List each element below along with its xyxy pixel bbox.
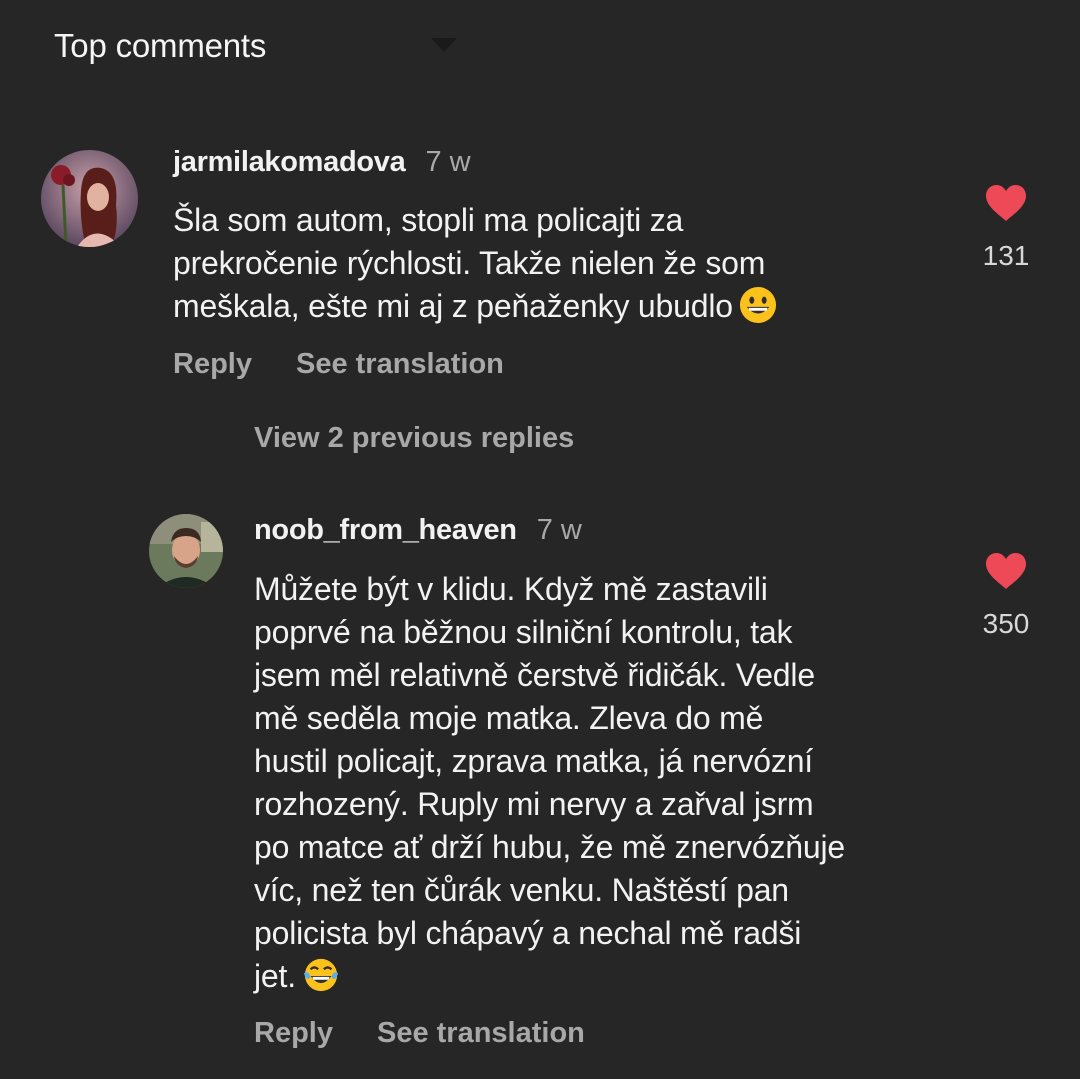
comment-line: jsem měl relativně čerstvě řidičák. Vedl…: [254, 657, 815, 693]
comment-line-text: meškala, ešte mi aj z peňaženky ubudlo: [173, 288, 733, 324]
like-button[interactable]: 131: [976, 184, 1036, 272]
comment-text: Šla som autom, stopli ma policajti za pr…: [173, 199, 777, 328]
avatar[interactable]: [41, 150, 138, 247]
comment-line: poprvé na běžnou silniční kontrolu, tak: [254, 614, 793, 650]
heart-icon: [986, 185, 1026, 221]
see-translation-button[interactable]: See translation: [296, 348, 504, 381]
comment-actions: Reply See translation: [173, 348, 504, 381]
comment-line: po matce ať drží hubu, že mě znervózňuje: [254, 829, 845, 865]
reply-button[interactable]: Reply: [173, 348, 252, 381]
comment-line: meškala, ešte mi aj z peňaženky ubudlo: [173, 285, 777, 328]
username[interactable]: noob_from_heaven: [254, 514, 517, 547]
comment-line-text: jet.: [254, 958, 296, 994]
tears-of-joy-emoji: [303, 958, 338, 992]
like-count: 350: [982, 608, 1030, 639]
avatar[interactable]: [149, 514, 223, 588]
comment-line: hustil policajt, zprava matka, já nervóz…: [254, 743, 813, 779]
comment-line: policista byl chápavý a nechal mě radši: [254, 915, 802, 951]
comment-line: Šla som autom, stopli ma policajti za: [173, 202, 684, 238]
timestamp: 7 w: [425, 146, 471, 178]
heart-icon: [986, 553, 1026, 589]
sort-label: Top comments: [54, 27, 267, 64]
comment-line: víc, než ten čůrák venku. Naštěstí pan: [254, 872, 789, 908]
see-translation-button[interactable]: See translation: [377, 1017, 585, 1050]
sort-dropdown[interactable]: Top comments: [54, 24, 266, 68]
comment-line: prekročenie rýchlosti. Takže nielen že s…: [173, 245, 766, 281]
comment-header: noob_from_heaven 7 w: [254, 514, 582, 547]
like-count: 131: [982, 240, 1030, 271]
comment-text: Můžete být v klidu. Když mě zastavili po…: [254, 568, 845, 998]
user-avatar-icon: [41, 150, 138, 247]
comment-actions: Reply See translation: [254, 1017, 585, 1050]
comment-line: jet.: [254, 955, 845, 998]
user-avatar-icon: [149, 514, 223, 588]
view-previous-replies-button[interactable]: View 2 previous replies: [254, 422, 574, 455]
grinning-face-emoji: [739, 286, 776, 324]
timestamp: 7 w: [536, 514, 582, 546]
username[interactable]: jarmilakomadova: [173, 146, 406, 179]
comment-line: rozhozený. Ruply mi nervy a zařval jsrm: [254, 786, 814, 822]
comment-header: jarmilakomadova 7 w: [173, 146, 471, 179]
like-button[interactable]: 350: [976, 552, 1036, 640]
comment-line: Můžete být v klidu. Když mě zastavili: [254, 571, 768, 607]
reply-button[interactable]: Reply: [254, 1017, 333, 1050]
caret-down-icon[interactable]: [431, 38, 457, 52]
comment-line: mě seděla moje matka. Zleva do mě: [254, 700, 764, 736]
